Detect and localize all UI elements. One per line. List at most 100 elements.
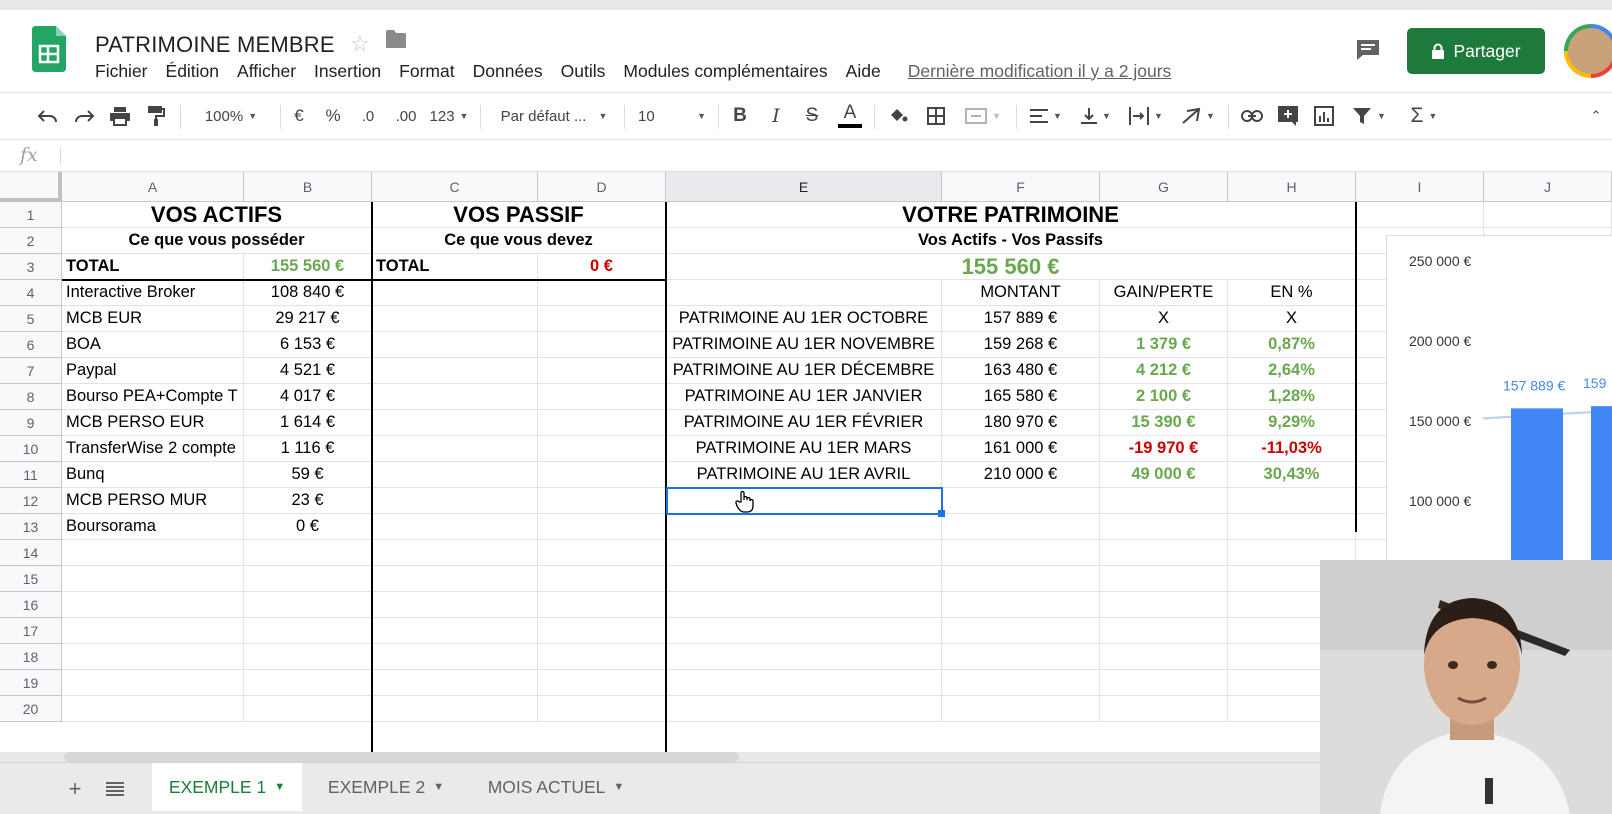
row-header-14[interactable]: 14 — [0, 540, 62, 566]
grid-cell[interactable] — [538, 410, 666, 436]
insert-comment-icon[interactable] — [1274, 93, 1302, 139]
asset-value[interactable]: 1 614 € — [244, 410, 372, 436]
patrimoine-gain[interactable]: 2 100 € — [1100, 384, 1228, 410]
passif-title[interactable]: VOS PASSIF — [372, 202, 666, 228]
grid-cell[interactable] — [538, 644, 666, 670]
grid-cell[interactable] — [1100, 514, 1228, 540]
text-wrap-icon[interactable]: ▼ — [1124, 93, 1168, 139]
bold-button[interactable]: B — [728, 93, 752, 139]
horizontal-align-icon[interactable]: ▼ — [1024, 93, 1068, 139]
grid-cell[interactable] — [666, 592, 942, 618]
menu-insertion[interactable]: Insertion — [305, 61, 390, 82]
grid-cell[interactable] — [538, 280, 666, 306]
fill-color-icon[interactable] — [884, 93, 912, 139]
grid-cell[interactable] — [62, 696, 244, 722]
patrimoine-label[interactable]: PATRIMOINE AU 1ER NOVEMBRE — [666, 332, 942, 358]
passif-total-value[interactable]: 0 € — [538, 254, 666, 280]
grid-cell[interactable] — [1100, 488, 1228, 514]
grid-cell[interactable] — [372, 670, 538, 696]
grid-cell[interactable] — [1228, 514, 1356, 540]
patrimoine-montant[interactable]: 163 480 € — [942, 358, 1100, 384]
row-header-16[interactable]: 16 — [0, 592, 62, 618]
column-header-f[interactable]: F — [942, 172, 1100, 202]
grid-cell[interactable] — [666, 696, 942, 722]
asset-value[interactable]: 0 € — [244, 514, 372, 540]
grid-cell[interactable] — [372, 566, 538, 592]
patrimoine-label[interactable]: PATRIMOINE AU 1ER AVRIL — [666, 462, 942, 488]
grid-cell[interactable] — [538, 488, 666, 514]
patrimoine-gain[interactable]: 1 379 € — [1100, 332, 1228, 358]
row-header-20[interactable]: 20 — [0, 696, 62, 722]
column-header-c[interactable]: C — [372, 172, 538, 202]
functions-button[interactable]: Σ ▼ — [1404, 93, 1444, 139]
row-header-1[interactable]: 1 — [0, 202, 62, 228]
menu-afficher[interactable]: Afficher — [228, 61, 305, 82]
currency-format-button[interactable]: € — [288, 93, 310, 139]
grid-cell[interactable] — [538, 332, 666, 358]
patrimoine-label[interactable]: PATRIMOINE AU 1ER OCTOBRE — [666, 306, 942, 332]
row-header-19[interactable]: 19 — [0, 670, 62, 696]
grid-cell[interactable] — [372, 514, 538, 540]
select-all-corner[interactable] — [0, 172, 62, 202]
grid-cell[interactable] — [942, 644, 1100, 670]
add-sheet-icon[interactable]: + — [62, 776, 88, 802]
column-header-d[interactable]: D — [538, 172, 666, 202]
patrimoine-label[interactable]: PATRIMOINE AU 1ER DÉCEMBRE — [666, 358, 942, 384]
patrimoine-montant[interactable]: 165 580 € — [942, 384, 1100, 410]
sheet-tab-exemple-2[interactable]: EXEMPLE 2 ▼ — [312, 763, 460, 811]
patrimoine-label[interactable]: PATRIMOINE AU 1ER FÉVRIER — [666, 410, 942, 436]
patrimoine-gain[interactable]: 15 390 € — [1100, 410, 1228, 436]
row-header-3[interactable]: 3 — [0, 254, 62, 280]
row-header-12[interactable]: 12 — [0, 488, 62, 514]
grid-cell[interactable] — [1100, 566, 1228, 592]
patrimoine-header[interactable]: EN % — [1228, 280, 1356, 306]
patrimoine-subtitle[interactable]: Vos Actifs - Vos Passifs — [666, 228, 1356, 254]
filter-icon[interactable]: ▼ — [1346, 93, 1392, 139]
row-header-10[interactable]: 10 — [0, 436, 62, 462]
horizontal-scrollbar[interactable] — [64, 752, 739, 762]
menu-fichier[interactable]: Fichier — [86, 61, 157, 82]
grid-cell[interactable] — [538, 670, 666, 696]
actifs-title[interactable]: VOS ACTIFS — [62, 202, 372, 228]
row-header-17[interactable]: 17 — [0, 618, 62, 644]
grid-cell[interactable] — [942, 566, 1100, 592]
grid-cell[interactable] — [942, 488, 1100, 514]
row-header-6[interactable]: 6 — [0, 332, 62, 358]
asset-name[interactable]: MCB EUR — [62, 306, 244, 332]
grid-cell[interactable] — [942, 592, 1100, 618]
column-header-b[interactable]: B — [244, 172, 372, 202]
merge-cells-icon[interactable]: ▼ — [958, 93, 1008, 139]
strikethrough-button[interactable]: S — [800, 93, 824, 139]
row-header-5[interactable]: 5 — [0, 306, 62, 332]
grid-cell[interactable] — [1100, 644, 1228, 670]
patrimoine-montant[interactable]: 157 889 € — [942, 306, 1100, 332]
grid-cell[interactable] — [538, 566, 666, 592]
asset-value[interactable]: 108 840 € — [244, 280, 372, 306]
grid-cell[interactable] — [538, 384, 666, 410]
row-header-15[interactable]: 15 — [0, 566, 62, 592]
column-header-e[interactable]: E — [666, 172, 942, 202]
grid-cell[interactable] — [1100, 670, 1228, 696]
patrimoine-gain[interactable]: -19 970 € — [1100, 436, 1228, 462]
asset-value[interactable]: 59 € — [244, 462, 372, 488]
patrimoine-pct[interactable]: 2,64% — [1228, 358, 1356, 384]
passif-total-label[interactable]: TOTAL — [372, 254, 538, 280]
grid-cell[interactable] — [538, 306, 666, 332]
grid-cell[interactable] — [1484, 202, 1612, 228]
grid-cell[interactable] — [666, 618, 942, 644]
text-color-button[interactable]: A — [836, 93, 864, 139]
column-header-i[interactable]: I — [1356, 172, 1484, 202]
grid-cell[interactable] — [244, 644, 372, 670]
insert-chart-icon[interactable] — [1310, 93, 1338, 139]
grid-cell[interactable] — [372, 280, 538, 306]
passif-subtitle[interactable]: Ce que vous devez — [372, 228, 666, 254]
grid-cell[interactable] — [1100, 540, 1228, 566]
grid-cell[interactable] — [244, 696, 372, 722]
grid-cell[interactable] — [666, 488, 942, 514]
grid-cell[interactable] — [372, 384, 538, 410]
grid-cell[interactable] — [1100, 618, 1228, 644]
share-button[interactable]: Partager — [1407, 28, 1545, 74]
patrimoine-header[interactable]: MONTANT — [942, 280, 1100, 306]
grid-cell[interactable] — [942, 696, 1100, 722]
grid-cell[interactable] — [942, 618, 1100, 644]
